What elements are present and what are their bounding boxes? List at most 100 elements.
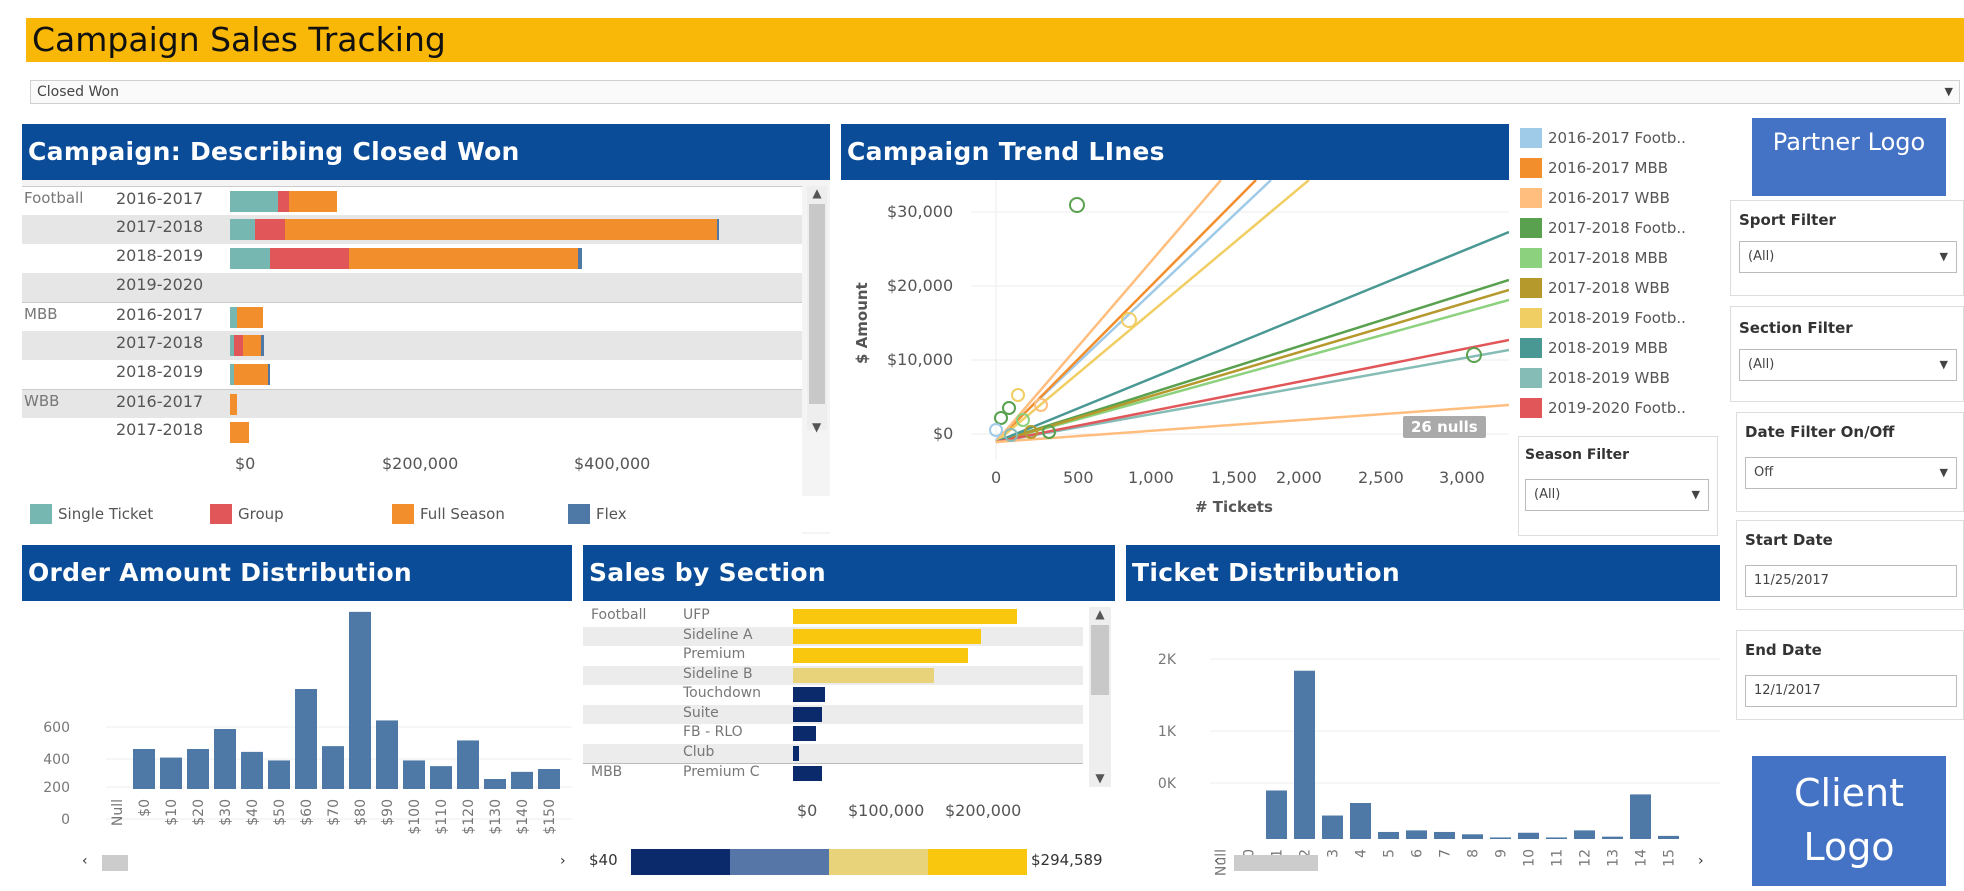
- scroll-right-icon[interactable]: ›: [560, 853, 566, 869]
- sales-bar[interactable]: [793, 745, 800, 761]
- color-scale-segment: [928, 849, 1027, 875]
- campaign-bar-segment[interactable]: [348, 248, 578, 269]
- campaign-bar-segment[interactable]: [230, 422, 250, 443]
- sales-row[interactable]: FB - RLO: [583, 724, 1083, 744]
- trend-legend-item[interactable]: 2018-2019 MBB: [1520, 338, 1668, 358]
- legend-flex[interactable]: Flex: [568, 504, 627, 524]
- nulls-badge[interactable]: 26 nulls: [1403, 416, 1486, 438]
- campaign-row[interactable]: 2019-2020: [22, 273, 802, 302]
- scroll-up-icon[interactable]: ▲: [1089, 607, 1111, 621]
- legend-group[interactable]: Group: [210, 504, 284, 524]
- campaign-bar-segment[interactable]: [230, 394, 238, 415]
- campaign-bar-segment[interactable]: [288, 191, 338, 212]
- campaign-bar-segment[interactable]: [269, 248, 349, 269]
- sales-row[interactable]: MBB Premium C: [583, 763, 1083, 783]
- sales-bar[interactable]: [793, 609, 1018, 624]
- axis-tick: $100,000: [848, 801, 925, 820]
- campaign-row[interactable]: 2017-2018: [22, 331, 802, 360]
- campaign-bar-segment[interactable]: [577, 248, 582, 269]
- sales-bar[interactable]: [793, 766, 822, 781]
- scroll-down-icon[interactable]: ▼: [812, 420, 821, 434]
- sales-section-chart: Football UFP Sideline A Premium Sideline B To…: [583, 607, 1083, 787]
- trend-legend-item[interactable]: 2019-2020 Footb..: [1520, 398, 1686, 418]
- sport-filter-select[interactable]: (All) ▼: [1739, 241, 1957, 273]
- section-filter-select[interactable]: (All) ▼: [1739, 349, 1957, 381]
- scroll-right-icon[interactable]: ›: [1698, 853, 1704, 869]
- campaign-bar-segment[interactable]: [260, 335, 265, 356]
- campaign-bar-segment[interactable]: [234, 335, 244, 356]
- legend-label: Group: [238, 505, 284, 523]
- scroll-up-icon[interactable]: ▲: [807, 186, 827, 200]
- sales-row[interactable]: Touchdown: [583, 685, 1083, 705]
- campaign-row[interactable]: 2017-2018: [22, 418, 802, 447]
- scroll-thumb[interactable]: [1091, 625, 1109, 695]
- trend-legend-item[interactable]: 2017-2018 Footb..: [1520, 218, 1686, 238]
- campaign-bar-segment[interactable]: [237, 307, 264, 328]
- trend-legend-item[interactable]: 2016-2017 WBB: [1520, 188, 1670, 208]
- end-date-filter: End Date 12/1/2017: [1736, 630, 1964, 720]
- end-date-input[interactable]: 12/1/2017: [1745, 675, 1957, 707]
- legend-swatch: [1520, 308, 1542, 328]
- trend-legend-item[interactable]: 2018-2019 Footb..: [1520, 308, 1686, 328]
- scroll-left-icon[interactable]: ‹: [82, 853, 88, 869]
- campaign-bar-segment[interactable]: [243, 335, 261, 356]
- campaign-bar-segment[interactable]: [267, 364, 271, 385]
- campaign-bar-segment[interactable]: [230, 307, 238, 328]
- campaign-row[interactable]: 2018-2019: [22, 244, 802, 273]
- campaign-bar-segment[interactable]: [716, 219, 720, 240]
- sales-row[interactable]: Premium: [583, 646, 1083, 666]
- sales-row[interactable]: Sideline A: [583, 626, 1083, 646]
- campaign-row[interactable]: Football 2016-2017: [22, 186, 802, 215]
- campaign-bar-segment[interactable]: [254, 219, 286, 240]
- legend-full-season[interactable]: Full Season: [392, 504, 505, 524]
- scroll-left-icon[interactable]: ‹: [1214, 853, 1220, 869]
- color-scale-segment: [730, 849, 829, 875]
- sales-bar[interactable]: [793, 726, 816, 741]
- legend-label: 2016-2017 WBB: [1548, 189, 1670, 207]
- sales-row[interactable]: Club: [583, 743, 1083, 763]
- campaign-row[interactable]: 2017-2018: [22, 215, 802, 244]
- scroll-thumb[interactable]: [1234, 855, 1318, 871]
- sales-scrollbar[interactable]: ▲ ▼: [1089, 607, 1111, 787]
- sales-bar[interactable]: [793, 648, 968, 663]
- order-scrollbar[interactable]: ‹ ›: [82, 853, 582, 873]
- season-filter-select[interactable]: (All) ▼: [1525, 479, 1709, 511]
- trend-legend-item[interactable]: 2018-2019 WBB: [1520, 368, 1670, 388]
- trend-legend-item[interactable]: 2017-2018 WBB: [1520, 278, 1670, 298]
- date-toggle-select[interactable]: Off ▼: [1745, 457, 1957, 489]
- sales-bar[interactable]: [793, 706, 822, 722]
- sales-row[interactable]: Football UFP: [583, 607, 1083, 627]
- trend-legend-item[interactable]: 2016-2017 Footb..: [1520, 128, 1686, 148]
- campaign-row[interactable]: WBB 2016-2017: [22, 389, 802, 418]
- sales-bar[interactable]: [793, 667, 934, 683]
- campaign-bar-segment[interactable]: [234, 364, 268, 385]
- legend-single-ticket[interactable]: Single Ticket: [30, 504, 153, 524]
- trend-legend-item[interactable]: 2016-2017 MBB: [1520, 158, 1668, 178]
- histogram-bar: [1378, 831, 1399, 839]
- sales-row[interactable]: Suite: [583, 704, 1083, 724]
- y-tick: $0: [933, 424, 954, 443]
- x-tick: $40: [245, 799, 261, 826]
- sales-bar[interactable]: [793, 628, 982, 644]
- campaign-bar-segment[interactable]: [285, 219, 717, 240]
- campaign-scrollbar[interactable]: ▲: [807, 186, 827, 430]
- scroll-down-icon[interactable]: ▼: [1089, 771, 1111, 785]
- start-date-input[interactable]: 11/25/2017: [1745, 565, 1957, 597]
- sales-group-label: Football: [591, 607, 647, 623]
- scroll-thumb[interactable]: [809, 204, 825, 404]
- campaign-bar-segment[interactable]: [230, 219, 255, 240]
- campaign-row[interactable]: 2018-2019: [22, 360, 802, 389]
- sales-section-panel: Sales by Section Football UFP Sideline A Pr…: [583, 545, 1115, 885]
- legend-label: 2018-2019 MBB: [1548, 339, 1669, 357]
- ticket-scrollbar[interactable]: ‹ ›: [1214, 853, 1714, 873]
- trend-legend-item[interactable]: 2017-2018 MBB: [1520, 248, 1668, 268]
- campaign-row[interactable]: MBB 2016-2017: [22, 302, 802, 331]
- status-filter-select[interactable]: Closed Won ▼: [30, 80, 1960, 104]
- sales-row[interactable]: Sideline B: [583, 665, 1083, 685]
- sales-bar[interactable]: [793, 687, 825, 702]
- campaign-year-label: 2017-2018: [116, 333, 204, 352]
- campaign-bar-segment[interactable]: [230, 248, 270, 269]
- scroll-thumb[interactable]: [102, 855, 128, 871]
- campaign-bar-segment[interactable]: [278, 191, 289, 212]
- campaign-bar-segment[interactable]: [230, 191, 279, 212]
